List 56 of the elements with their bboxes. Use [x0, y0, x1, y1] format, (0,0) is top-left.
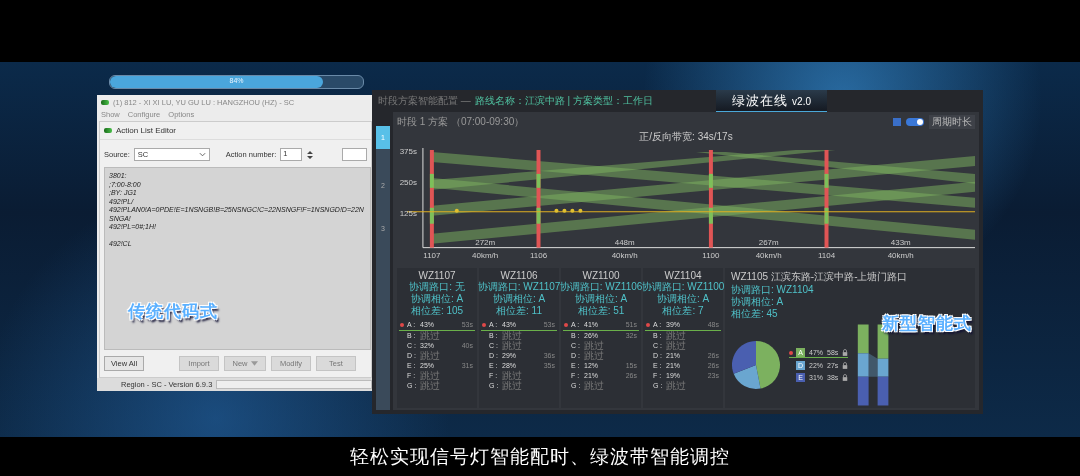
text-field[interactable] — [342, 148, 367, 161]
title-banner: 绿波在线 v2.0 — [715, 89, 827, 113]
card-info: 协调路口: 无 — [409, 280, 465, 293]
lock-icon[interactable] — [842, 348, 849, 356]
card-info: 协调相位: A — [492, 292, 546, 305]
speed-label: 40km/h — [472, 250, 499, 260]
caption-overlay: 传统代码式 — [128, 301, 218, 323]
cycle-button[interactable]: 周期时长 — [929, 115, 975, 129]
card-info: 相位差: 7 — [662, 304, 704, 317]
app-icon — [101, 100, 109, 105]
dialog-title: Action List Editor — [116, 126, 177, 135]
intersection-id: WZ1104 — [664, 269, 702, 281]
subtitle: 轻松实现信号灯智能配时、绿波带智能调控 — [350, 444, 730, 469]
intersection-id: WZ1106 — [500, 269, 538, 281]
card-info: 协调相位: A — [656, 292, 710, 305]
intersection-label: 1104 — [817, 250, 836, 260]
card-info: 相位差: 45 — [731, 307, 778, 320]
card-info: 协调路口: WZ1106 — [559, 280, 643, 293]
distance-label: 267m — [758, 237, 779, 247]
intersection-label: 1106 — [529, 250, 548, 260]
intersection-id: WZ1100 — [582, 269, 620, 281]
caption-overlay: 新型智能式 — [882, 313, 972, 335]
lock-icon[interactable] — [842, 373, 849, 381]
card-info: 协调路口: WZ1100 — [641, 280, 725, 293]
distance-label: 272m — [475, 237, 496, 247]
axis-label: 250s — [399, 177, 417, 187]
speed-label: 40km/h — [887, 250, 914, 260]
card-info: 协调路口: WZ1104 — [731, 283, 814, 296]
route-info: 路线名称：江滨中路 | 方案类型：工作日 — [474, 94, 653, 108]
card-info: 协调路口: WZ1107 — [477, 280, 561, 293]
intersection-id: WZ1105 江滨东路-江滨中路-上塘门路口 — [731, 269, 908, 284]
speed-label: 40km/h — [611, 250, 638, 260]
distance-label: 448m — [614, 237, 635, 247]
intersection-id: WZ1107 — [418, 269, 456, 281]
toggle-switch[interactable] — [906, 118, 924, 126]
card-info: 相位差: 105 — [410, 304, 464, 317]
app-icon — [104, 128, 112, 133]
scrollbar[interactable] — [216, 380, 372, 389]
card-info: 相位差: 11 — [496, 304, 542, 317]
card-info: 协调相位: A — [410, 292, 464, 305]
spinner-arrows-icon[interactable] — [306, 148, 315, 161]
breadcrumb: 时段方案智能配置 — — [378, 94, 471, 108]
card-info: 协调相位: A — [731, 295, 784, 308]
axis-label: 125s — [399, 208, 417, 218]
card-info: 相位差: 51 — [577, 304, 625, 317]
intersection-label: 1100 — [702, 250, 720, 260]
axis-label: 375s — [399, 146, 417, 156]
card-info: 协调相位: A — [574, 292, 628, 305]
intersection-label: 1107 — [423, 250, 441, 260]
plan-dropdown[interactable]: 时段 1 方案 （07:00-09:30） — [397, 115, 525, 129]
chart-title: 正/反向带宽: 34s/17s — [638, 130, 734, 144]
lock-icon[interactable] — [842, 361, 849, 369]
distance-label: 433m — [890, 237, 911, 247]
caret-icon — [250, 361, 258, 366]
caret-icon — [198, 152, 206, 157]
speed-label: 40km/h — [755, 250, 782, 260]
